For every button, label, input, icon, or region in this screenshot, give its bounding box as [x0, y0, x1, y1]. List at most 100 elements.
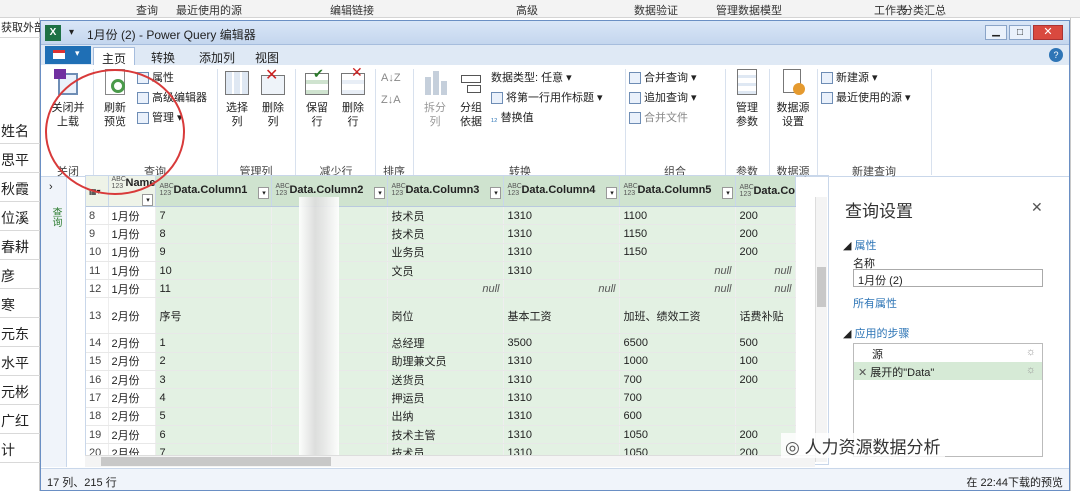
step-settings-icon[interactable]: ☼ [1026, 346, 1036, 358]
table-cell[interactable]: null [735, 261, 797, 281]
table-cell[interactable]: 4 [155, 388, 273, 408]
table-cell[interactable]: 1150 [619, 224, 737, 244]
table-cell[interactable]: 2月份 [108, 333, 157, 353]
merge-queries-button[interactable]: 合并查询 ▾ [629, 71, 697, 85]
tab-home[interactable]: 主页 [93, 47, 136, 66]
table-cell[interactable]: 1310 [503, 224, 621, 244]
table-cell[interactable]: 1 [155, 333, 273, 353]
table-row[interactable]: 12 1月份 11 null null null null [86, 279, 797, 299]
manage-params-button[interactable]: 管理 参数 [729, 69, 765, 129]
table-cell[interactable]: 200 [735, 243, 797, 262]
table-cell[interactable]: 出纳 [387, 407, 505, 426]
table-cell[interactable]: 助理兼文员 [387, 352, 505, 372]
table-cell[interactable]: 2月份 [108, 370, 157, 390]
table-cell[interactable]: 5 [155, 407, 273, 426]
table-cell[interactable]: 技术主管 [387, 425, 505, 445]
filter-dropdown-icon[interactable]: ▾ [490, 187, 502, 199]
tab-view[interactable]: 视图 [247, 47, 287, 65]
table-row[interactable]: 11 1月份 10 文员 1310 null null [86, 261, 797, 281]
tab-transform[interactable]: 转换 [143, 47, 183, 65]
table-row[interactable]: 13 2月份 序号 岗位 基本工资 加班、绩效工资 话费补贴 [86, 297, 797, 335]
expand-queries-icon[interactable]: › [49, 181, 53, 193]
table-row[interactable]: 9 1月份 8 技术员 1310 1150 200 [86, 224, 797, 244]
table-cell[interactable]: 文员 [387, 261, 505, 281]
table-cell[interactable]: 100 [735, 352, 797, 372]
table-cell[interactable]: null [619, 261, 737, 281]
keep-rows-button[interactable]: ✔ 保留 行 [299, 67, 335, 129]
file-tab[interactable]: ▾ [45, 46, 91, 64]
table-cell[interactable]: 2月份 [108, 352, 157, 372]
table-cell[interactable]: 1月份 [108, 224, 157, 244]
table-cell[interactable]: 1310 [503, 407, 621, 426]
table-cell[interactable]: 500 [735, 333, 797, 353]
table-row[interactable]: 18 2月份 5 出纳 1310 600 [86, 407, 797, 426]
table-cell[interactable]: 1月份 [108, 206, 157, 226]
filter-dropdown-icon[interactable]: ▾ [374, 187, 386, 199]
filter-dropdown-icon[interactable]: ▾ [258, 187, 270, 199]
table-row[interactable]: 16 2月份 3 送货员 1310 700 200 [86, 370, 797, 390]
table-cell[interactable]: 业务员 [387, 243, 505, 262]
table-cell[interactable]: 1310 [503, 243, 621, 262]
table-cell[interactable]: null [619, 279, 737, 299]
table-cell[interactable]: 600 [619, 407, 737, 426]
table-cell[interactable]: 1310 [503, 352, 621, 372]
step-item[interactable]: 源 ☼ [854, 344, 1042, 362]
table-cell[interactable]: 3 [155, 370, 273, 390]
combine-files-button[interactable]: 合并文件 [629, 111, 688, 125]
table-cell[interactable]: 送货员 [387, 370, 505, 390]
table-cell[interactable]: 1月份 [108, 279, 157, 299]
remove-rows-button[interactable]: ✕ 删除 行 [335, 65, 371, 129]
maximize-button[interactable]: □ [1009, 25, 1031, 40]
table-cell[interactable]: 技术员 [387, 206, 505, 226]
table-cell[interactable]: 1月份 [108, 243, 157, 262]
table-cell[interactable]: 押运员 [387, 388, 505, 408]
steps-section-header[interactable]: ◢ 应用的步骤 [843, 325, 910, 341]
remove-step-icon[interactable]: ✕ [858, 367, 867, 379]
table-cell[interactable]: 1050 [619, 425, 737, 445]
header-data-column6[interactable]: ABC 123 Data.Co [735, 176, 797, 207]
table-cell[interactable]: 11 [155, 279, 273, 299]
table-cell[interactable]: 9 [155, 243, 273, 262]
table-cell[interactable]: 200 [735, 206, 797, 226]
data-grid[interactable]: ▦▾ ABC 123 Name ▾ ABC 123 Data.Column1 ▾ ABC 12… [85, 175, 829, 465]
table-cell[interactable]: 1150 [619, 243, 737, 262]
table-row[interactable]: 19 2月份 6 技术主管 1310 1050 200 [86, 425, 797, 445]
table-cell[interactable]: 1000 [619, 352, 737, 372]
table-cell[interactable]: null [387, 279, 505, 299]
group-by-button[interactable]: 分组 依据 [453, 69, 489, 129]
all-properties-link[interactable]: 所有属性 [853, 295, 897, 311]
replace-values-button[interactable]: ₁₂ 替换值 [491, 111, 534, 125]
filter-dropdown-icon[interactable]: ▾ [722, 187, 734, 199]
remove-columns-button[interactable]: ✕ 删除 列 [255, 68, 291, 129]
horizontal-scroll-thumb[interactable] [101, 457, 331, 466]
table-row[interactable]: 15 2月份 2 助理兼文员 1310 1000 100 [86, 352, 797, 372]
table-cell[interactable]: 总经理 [387, 333, 505, 353]
table-cell[interactable]: 加班、绩效工资 [619, 297, 737, 335]
table-cell[interactable]: null [735, 279, 797, 299]
quick-access-icon[interactable]: ▾ [69, 27, 74, 38]
table-cell[interactable]: 6 [155, 425, 273, 445]
table-cell[interactable]: 1100 [619, 206, 737, 226]
sort-descending-icon[interactable]: Z↓A [381, 93, 401, 107]
table-cell[interactable] [735, 388, 797, 408]
table-cell[interactable]: 700 [619, 370, 737, 390]
filter-dropdown-icon[interactable]: ▾ [606, 187, 618, 199]
header-data-column4[interactable]: ABC 123 Data.Column4 ▾ [503, 176, 621, 207]
table-cell[interactable]: 1310 [503, 261, 621, 281]
table-cell[interactable]: 岗位 [387, 297, 505, 335]
properties-section-header[interactable]: ◢ 属性 [843, 237, 877, 253]
first-row-header-button[interactable]: 将第一行用作标题 ▾ [491, 91, 603, 105]
table-cell[interactable]: 10 [155, 261, 273, 281]
table-cell[interactable]: 7 [155, 206, 273, 226]
table-cell[interactable]: 1月份 [108, 261, 157, 281]
table-cell[interactable]: 话费补贴 [735, 297, 797, 335]
header-data-column5[interactable]: ABC 123 Data.Column5 ▾ [619, 176, 737, 207]
table-cell[interactable]: 200 [735, 370, 797, 390]
table-cell[interactable]: 技术员 [387, 224, 505, 244]
header-data-column1[interactable]: ABC 123 Data.Column1 ▾ [155, 176, 273, 207]
tab-add-column[interactable]: 添加列 [191, 47, 243, 65]
queries-pane-collapsed[interactable]: › 查询 [41, 177, 67, 467]
header-data-column3[interactable]: ABC 123 Data.Column3 ▾ [387, 176, 505, 207]
table-row[interactable]: 10 1月份 9 业务员 1310 1150 200 [86, 243, 797, 262]
table-cell[interactable]: 序号 [155, 297, 273, 335]
